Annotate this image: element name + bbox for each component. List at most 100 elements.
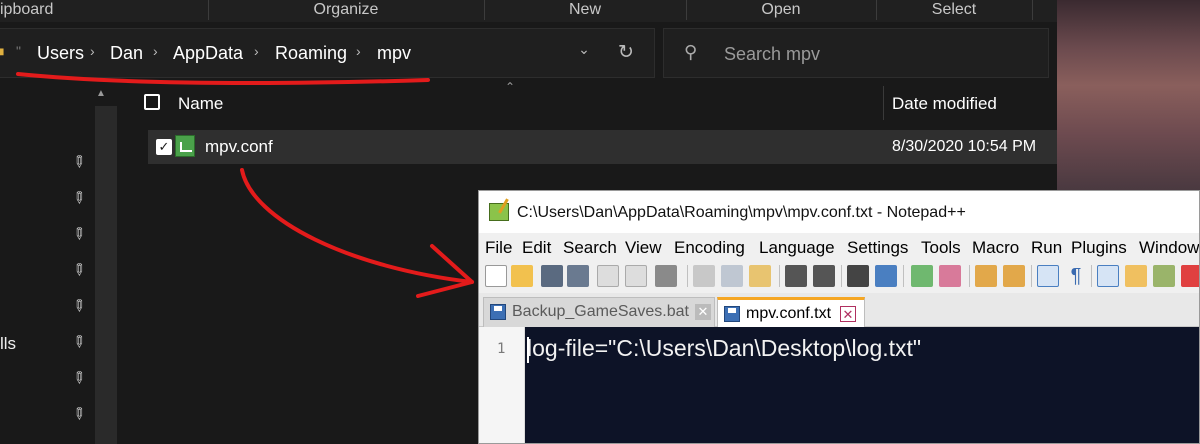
open-file-icon[interactable]	[511, 265, 533, 287]
tab-mpv-conf[interactable]: mpv.conf.txt ✕	[717, 297, 865, 327]
notepadpp-window: C:\Users\Dan\AppData\Roaming\mpv\mpv.con…	[478, 190, 1200, 444]
zoom-in-icon[interactable]	[911, 265, 933, 287]
toolbar-divider	[841, 265, 842, 287]
editor-area[interactable]: 1 log-file="C:\Users\Dan\Desktop\log.txt…	[479, 327, 1199, 443]
address-row: ■ " Users › Dan › AppData › Roaming › mp…	[0, 22, 1057, 86]
pin-icon[interactable]: ✎	[67, 222, 91, 246]
menu-run[interactable]: Run	[1031, 238, 1062, 258]
sync-horizontal-icon[interactable]	[1003, 265, 1025, 287]
save-all-icon[interactable]	[567, 265, 589, 287]
ribbon-group-labels: ipboard Organize New Open Select	[0, 0, 1057, 22]
pin-icon[interactable]: ✎	[67, 366, 91, 390]
chevron-right-icon[interactable]: ›	[254, 43, 259, 59]
redo-icon[interactable]	[813, 265, 835, 287]
pin-icon[interactable]: ✎	[67, 330, 91, 354]
word-wrap-icon[interactable]	[1037, 265, 1059, 287]
udl-icon[interactable]	[1125, 265, 1147, 287]
sort-up-icon: ⌃	[505, 80, 516, 94]
tab-label: mpv.conf.txt	[746, 305, 832, 322]
close-icon[interactable]: ✕	[695, 304, 711, 320]
paste-icon[interactable]	[749, 265, 771, 287]
column-divider[interactable]	[883, 86, 884, 120]
menu-encoding[interactable]: Encoding	[674, 238, 745, 258]
replace-icon[interactable]	[875, 265, 897, 287]
toolbar: ¶	[479, 261, 1199, 293]
table-row[interactable]: ✓ mpv.conf 8/30/2020 10:54 PM	[148, 130, 1057, 164]
chevron-right-icon[interactable]: "	[16, 43, 21, 59]
breadcrumb-roaming[interactable]: Roaming	[275, 43, 347, 64]
breadcrumb-dan[interactable]: Dan	[110, 43, 143, 64]
file-date-modified: 8/30/2020 10:54 PM	[892, 138, 1037, 155]
menu-macro[interactable]: Macro	[972, 238, 1019, 258]
line-number: 1	[497, 341, 506, 357]
menu-bar: File Edit Search View Encoding Language …	[479, 233, 1199, 261]
menu-window[interactable]: Window	[1139, 238, 1199, 258]
chevron-right-icon[interactable]: ›	[90, 43, 95, 59]
find-icon[interactable]	[847, 265, 869, 287]
notepadpp-file-icon	[175, 135, 195, 157]
scroll-up-icon[interactable]: ▲	[96, 88, 106, 99]
menu-tools[interactable]: Tools	[921, 238, 961, 258]
pin-icon[interactable]: ✎	[67, 258, 91, 282]
menu-search[interactable]: Search	[563, 238, 617, 258]
row-checkbox[interactable]: ✓	[156, 139, 172, 155]
document-map-icon[interactable]	[1153, 265, 1175, 287]
ribbon-group-new: New	[568, 1, 601, 18]
copy-icon[interactable]	[721, 265, 743, 287]
function-list-icon[interactable]	[1181, 265, 1199, 287]
toolbar-divider	[779, 265, 780, 287]
address-bar[interactable]: ■ " Users › Dan › AppData › Roaming › mp…	[0, 28, 655, 78]
menu-language[interactable]: Language	[759, 238, 835, 258]
cut-icon[interactable]	[693, 265, 715, 287]
undo-icon[interactable]	[785, 265, 807, 287]
chevron-right-icon[interactable]: ›	[356, 43, 361, 59]
file-name[interactable]: mpv.conf	[205, 137, 273, 157]
column-header: Name ⌃ Date modified	[121, 80, 1057, 120]
toolbar-divider	[687, 265, 688, 287]
toolbar-divider	[1031, 265, 1032, 287]
show-all-chars-icon[interactable]: ¶	[1065, 265, 1087, 287]
column-name[interactable]: Name	[178, 94, 223, 114]
select-all-checkbox[interactable]	[144, 94, 160, 110]
breadcrumb-mpv[interactable]: mpv	[377, 43, 411, 64]
line-number-gutter: 1	[479, 327, 525, 443]
save-icon[interactable]	[541, 265, 563, 287]
zoom-out-icon[interactable]	[939, 265, 961, 287]
nav-item-label[interactable]: lls	[0, 334, 16, 354]
code-line[interactable]: log-file="C:\Users\Dan\Desktop\log.txt"	[527, 335, 921, 362]
indent-guide-icon[interactable]	[1097, 265, 1119, 287]
pin-icon[interactable]: ✎	[67, 294, 91, 318]
pin-icon[interactable]: ✎	[67, 402, 91, 426]
sync-vertical-icon[interactable]	[975, 265, 997, 287]
menu-settings[interactable]: Settings	[847, 238, 908, 258]
nav-scrollbar[interactable]	[95, 106, 117, 444]
new-file-icon[interactable]	[485, 265, 507, 287]
menu-file[interactable]: File	[485, 238, 512, 258]
pin-icon[interactable]: ✎	[67, 186, 91, 210]
search-box[interactable]: ⚲ Search mpv	[663, 28, 1049, 78]
notepadpp-logo-icon	[489, 203, 509, 221]
print-icon[interactable]	[655, 265, 677, 287]
chevron-right-icon[interactable]: ›	[153, 43, 158, 59]
pin-icon[interactable]: ✎	[67, 150, 91, 174]
menu-view[interactable]: View	[625, 238, 662, 258]
tab-backup-gamesaves[interactable]: Backup_GameSaves.bat ✕	[483, 297, 715, 327]
breadcrumb-appdata[interactable]: AppData	[173, 43, 243, 64]
text-caret	[527, 337, 529, 363]
notepadpp-title-bar[interactable]: C:\Users\Dan\AppData\Roaming\mpv\mpv.con…	[479, 191, 1199, 233]
menu-plugins[interactable]: Plugins	[1071, 238, 1127, 258]
close-icon[interactable]: ✕	[840, 306, 856, 322]
close-all-icon[interactable]	[625, 265, 647, 287]
navigation-pane: ▲ ✎ ✎ ✎ ✎ ✎ ✎ ✎ ✎ lls	[0, 86, 121, 444]
ribbon-group-open: Open	[761, 1, 801, 18]
refresh-icon[interactable]: ↻	[618, 41, 634, 64]
tab-label: Backup_GameSaves.bat	[512, 303, 689, 320]
search-input[interactable]: Search mpv	[724, 44, 820, 65]
ribbon-group-clipboard: ipboard	[0, 1, 54, 18]
close-file-icon[interactable]	[597, 265, 619, 287]
menu-edit[interactable]: Edit	[522, 238, 551, 258]
tab-bar: Backup_GameSaves.bat ✕ mpv.conf.txt ✕	[479, 293, 1199, 327]
breadcrumb-users[interactable]: Users	[37, 43, 84, 64]
chevron-down-icon[interactable]: ⌄	[572, 41, 596, 58]
column-date-modified[interactable]: Date modified	[892, 94, 997, 114]
